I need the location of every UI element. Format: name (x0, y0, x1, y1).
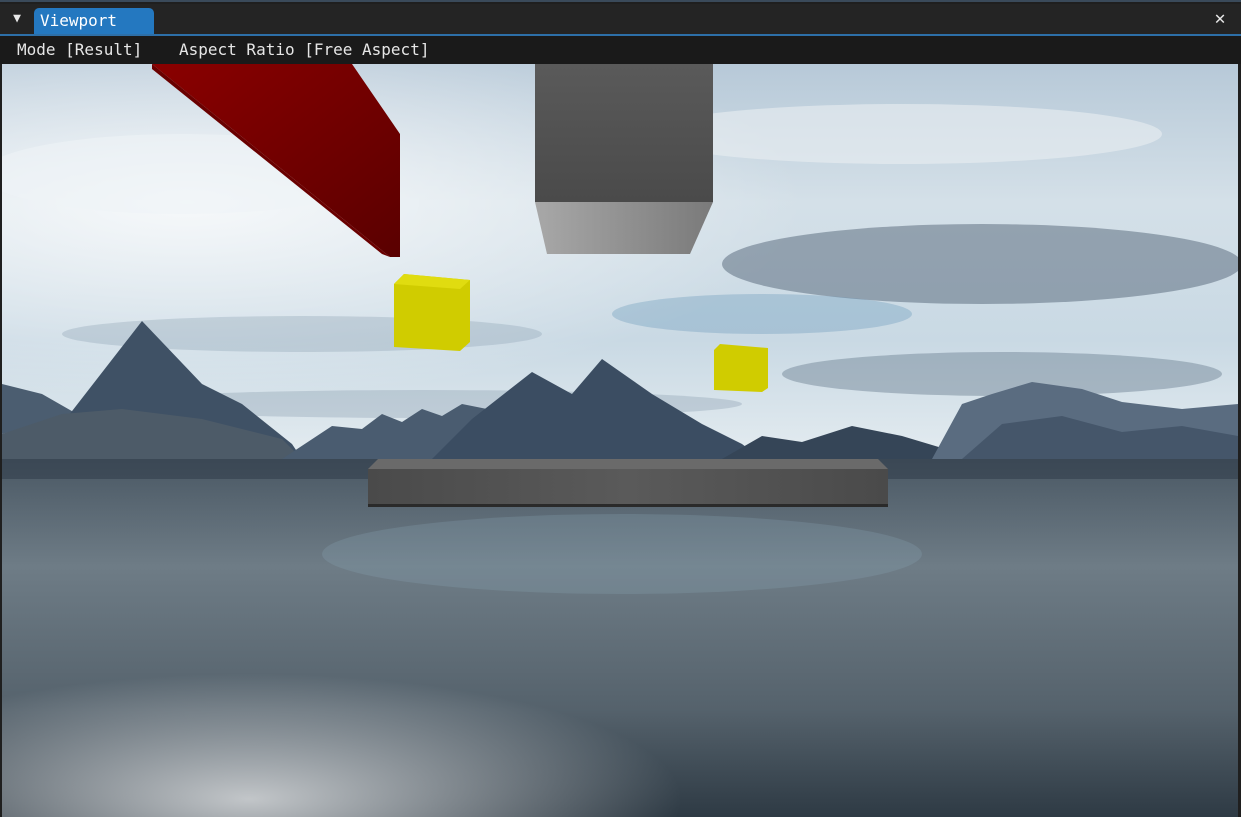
gray-box (535, 64, 713, 202)
window-titlebar: ▼ Viewport ✕ (0, 4, 1241, 36)
aspect-ratio-menu[interactable]: Aspect Ratio [Free Aspect] (179, 36, 429, 64)
viewport-window: ▼ Viewport ✕ Mode [Result] Aspect Ratio … (0, 0, 1241, 817)
mode-menu[interactable]: Mode [Result] (17, 36, 142, 64)
cloud (722, 224, 1238, 304)
scene-render (2, 64, 1238, 817)
close-icon[interactable]: ✕ (1211, 10, 1229, 28)
scene-view[interactable] (2, 64, 1238, 817)
platform (368, 469, 888, 507)
tab-viewport[interactable]: Viewport (34, 8, 154, 34)
triangle-down-icon[interactable]: ▼ (10, 11, 24, 27)
yellow-cube-right (714, 344, 768, 392)
viewport-menubar: Mode [Result] Aspect Ratio [Free Aspect] (0, 36, 1241, 64)
